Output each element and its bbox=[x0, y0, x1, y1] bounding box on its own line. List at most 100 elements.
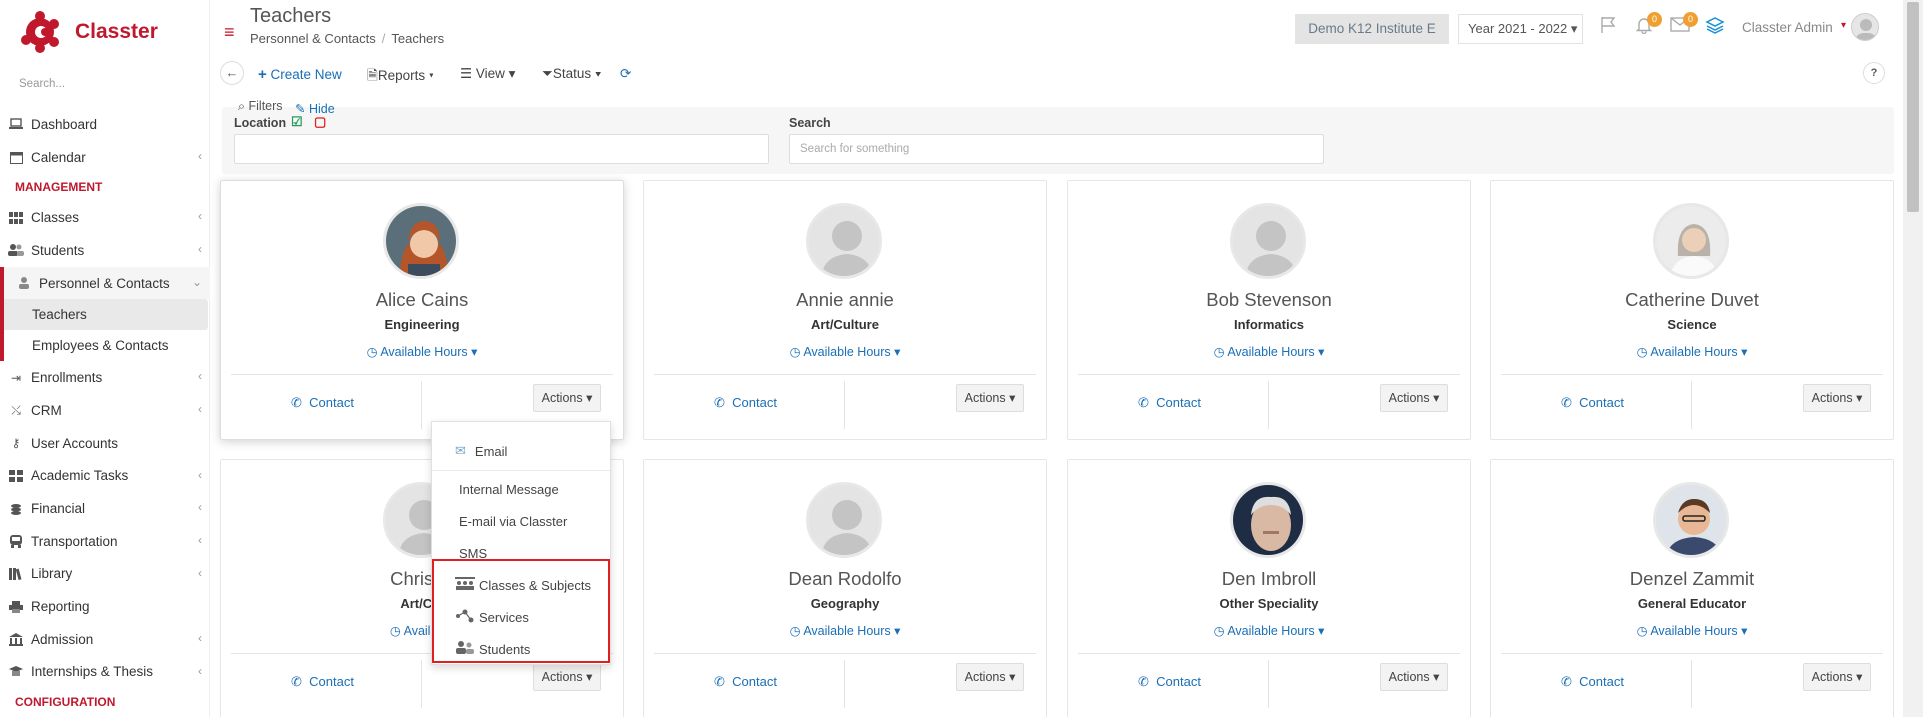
actions-button[interactable]: Actions ▾ bbox=[533, 384, 601, 412]
contact-button[interactable]: ✆ Contact bbox=[1561, 395, 1624, 411]
page-scrollbar[interactable] bbox=[1903, 0, 1923, 717]
available-hours-dropdown[interactable]: ◷ Available Hours ▾ bbox=[1068, 344, 1470, 359]
chevron-left-icon: ‹ bbox=[198, 402, 202, 417]
caret-down-icon[interactable]: ▾ bbox=[1841, 20, 1846, 31]
clear-all-icon[interactable]: ▢ bbox=[314, 114, 326, 130]
app-name: Classter bbox=[75, 20, 158, 43]
actions-button[interactable]: Actions ▾ bbox=[1803, 663, 1871, 691]
section-management: MANAGEMENT bbox=[15, 180, 103, 195]
help-button[interactable]: ? bbox=[1863, 62, 1885, 84]
clock-icon: ◷ bbox=[1213, 345, 1225, 359]
sidebar-item-user-accounts[interactable]: ⚷ User Accounts bbox=[0, 427, 210, 460]
sidebar-item-admission[interactable]: Admission ‹ bbox=[0, 623, 210, 656]
sidebar-item-financial[interactable]: Financial ‹ bbox=[0, 492, 210, 525]
sidebar-subitem-employees[interactable]: Employees & Contacts bbox=[0, 330, 210, 362]
chevron-left-icon: ‹ bbox=[198, 565, 202, 580]
caret-down-icon: ▾ bbox=[1433, 391, 1440, 405]
available-hours-dropdown[interactable]: ◷ Available Hours ▾ bbox=[1491, 623, 1893, 638]
tasks-icon bbox=[8, 469, 24, 483]
sidebar-item-academic-tasks[interactable]: Academic Tasks ‹ bbox=[0, 460, 210, 493]
actions-button[interactable]: Actions ▾ bbox=[956, 384, 1024, 412]
back-button[interactable]: ← bbox=[220, 61, 244, 85]
search-input[interactable]: Search for something bbox=[789, 134, 1324, 164]
highlight-box bbox=[432, 559, 610, 663]
chevron-down-icon: ⌄ bbox=[191, 274, 202, 289]
sidebar-item-label: Internships & Thesis bbox=[31, 664, 154, 680]
avatar[interactable] bbox=[1851, 13, 1879, 41]
check-all-icon[interactable]: ☑ bbox=[291, 114, 303, 130]
caret-down-icon: ▾ bbox=[1741, 345, 1748, 359]
contact-button[interactable]: ✆ Contact bbox=[1561, 674, 1624, 690]
teacher-photo bbox=[1230, 482, 1306, 558]
filters-toggle[interactable]: ⌕ Filters bbox=[238, 99, 283, 114]
contact-button[interactable]: ✆ Contact bbox=[1138, 674, 1201, 690]
status-button[interactable]: ⏷Status ▾ bbox=[542, 66, 601, 82]
contact-label: Contact bbox=[309, 674, 354, 689]
actions-button[interactable]: Actions ▾ bbox=[956, 663, 1024, 691]
year-selector[interactable]: Year 2021 - 2022 ▾ bbox=[1458, 14, 1583, 44]
teacher-photo bbox=[806, 203, 882, 279]
envelope-icon: ✉ bbox=[455, 443, 466, 458]
menu-item-internal-message[interactable]: Internal Message bbox=[432, 477, 610, 501]
breadcrumb-item[interactable]: Personnel & Contacts bbox=[250, 31, 376, 46]
available-hours-dropdown[interactable]: ◷ Available Hours ▾ bbox=[644, 344, 1046, 359]
contact-button[interactable]: ✆ Contact bbox=[714, 395, 777, 411]
available-hours-dropdown[interactable]: ◷ Available Hours ▾ bbox=[644, 623, 1046, 638]
contact-label: Contact bbox=[1579, 395, 1624, 410]
sidebar-item-enrollments[interactable]: ⇥ Enrollments ‹ bbox=[0, 361, 210, 394]
location-label: Location bbox=[234, 116, 287, 130]
clock-icon: ◷ bbox=[366, 345, 378, 359]
sidebar-item-calendar[interactable]: Calendar ‹ bbox=[0, 141, 210, 174]
sidebar-item-internships[interactable]: Internships & Thesis ‹ bbox=[0, 656, 210, 689]
sidebar-item-classes[interactable]: Classes ‹ bbox=[0, 201, 210, 234]
sidebar-item-students[interactable]: Students ‹ bbox=[0, 234, 210, 267]
sidebar-item-transportation[interactable]: Transportation ‹ bbox=[0, 525, 210, 558]
user-name[interactable]: Classter Admin bbox=[1742, 20, 1833, 35]
create-new-button[interactable]: + Create New bbox=[258, 66, 342, 83]
teacher-card: Denzel Zammit General Educator ◷ Availab… bbox=[1490, 459, 1894, 717]
report-icon: 🗎 bbox=[367, 68, 378, 83]
teacher-card: Dean Rodolfo Geography ◷ Available Hours… bbox=[643, 459, 1047, 717]
sidebar-item-label: Classes bbox=[31, 210, 80, 226]
sidebar-item-label: Dashboard bbox=[31, 116, 98, 132]
refresh-icon[interactable]: ⟳ bbox=[620, 66, 631, 82]
contact-button[interactable]: ✆ Contact bbox=[291, 395, 354, 411]
sidebar-item-personnel[interactable]: Personnel & Contacts ⌄ bbox=[0, 266, 210, 300]
available-hours-label: Available Hours bbox=[380, 345, 468, 359]
menu-item-email-via-classter[interactable]: E-mail via Classter bbox=[432, 509, 610, 533]
reports-button[interactable]: 🗎Reports ▾ bbox=[367, 66, 434, 89]
contact-button[interactable]: ✆ Contact bbox=[714, 674, 777, 690]
available-hours-dropdown[interactable]: ◷ Available Hours ▾ bbox=[1068, 623, 1470, 638]
search-icon: ⌕ bbox=[238, 99, 246, 113]
logo[interactable]: Classter bbox=[20, 10, 158, 54]
view-button[interactable]: ☰ View ▾ bbox=[460, 66, 515, 82]
available-hours-dropdown[interactable]: ◷ Available Hours ▾ bbox=[221, 344, 623, 359]
actions-button[interactable]: Actions ▾ bbox=[1380, 384, 1448, 412]
sidebar-item-library[interactable]: Library ‹ bbox=[0, 558, 210, 591]
layers-icon[interactable] bbox=[1705, 16, 1725, 39]
sidebar-search-input[interactable]: Search... bbox=[19, 78, 65, 90]
messages-badge: 0 bbox=[1683, 12, 1698, 27]
sidebar-item-crm[interactable]: ⤯ CRM ‹ bbox=[0, 394, 210, 427]
card-divider bbox=[844, 381, 845, 429]
scrollbar-thumb[interactable] bbox=[1907, 2, 1919, 212]
sidebar-subitem-teachers[interactable]: Teachers bbox=[0, 299, 208, 331]
available-hours-dropdown[interactable]: ◷ Available Hours ▾ bbox=[1491, 344, 1893, 359]
caret-down-icon: ▾ bbox=[1009, 670, 1016, 684]
actions-button[interactable]: Actions ▾ bbox=[1380, 663, 1448, 691]
available-hours-label: Available Hours bbox=[1650, 345, 1738, 359]
teacher-card: Den Imbroll Other Speciality ◷ Available… bbox=[1067, 459, 1471, 717]
contact-button[interactable]: ✆ Contact bbox=[1138, 395, 1201, 411]
actions-label: Actions bbox=[964, 670, 1006, 684]
institute-selector[interactable]: Demo K12 Institute E bbox=[1295, 14, 1449, 44]
contact-button[interactable]: ✆ Contact bbox=[291, 674, 354, 690]
sidebar-item-dashboard[interactable]: Dashboard bbox=[0, 108, 210, 141]
side-nav: Dashboard Calendar ‹ MANAGEMENT Classes … bbox=[0, 108, 210, 716]
location-input[interactable] bbox=[234, 134, 769, 164]
flag-icon[interactable] bbox=[1600, 16, 1618, 39]
actions-button[interactable]: Actions ▾ bbox=[533, 663, 601, 691]
hamburger-icon[interactable]: ≡ bbox=[224, 22, 235, 43]
sidebar-item-reporting[interactable]: Reporting bbox=[0, 590, 210, 623]
menu-item-email[interactable]: ✉ Email bbox=[432, 439, 610, 463]
actions-button[interactable]: Actions ▾ bbox=[1803, 384, 1871, 412]
